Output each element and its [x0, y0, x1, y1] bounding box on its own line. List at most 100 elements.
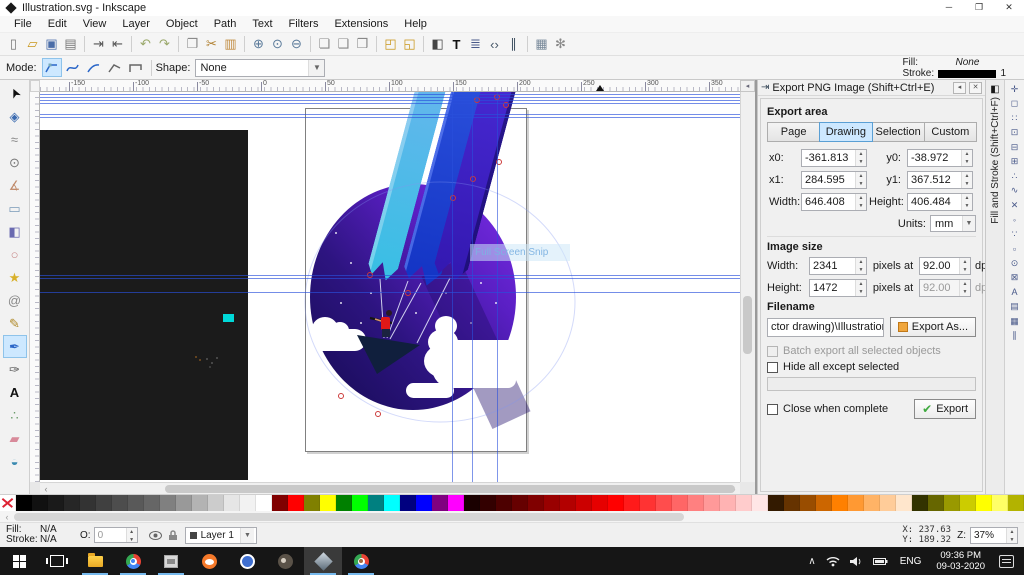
palette-swatch[interactable]	[656, 495, 672, 511]
palette-swatch[interactable]	[192, 495, 208, 511]
guide-line[interactable]	[40, 114, 740, 115]
close-button[interactable]: ✕	[994, 0, 1024, 16]
menu-view[interactable]: View	[75, 16, 115, 32]
menu-path[interactable]: Path	[206, 16, 245, 32]
fill-stroke-status[interactable]: Fill:N/A Stroke:N/A	[6, 525, 70, 545]
palette-swatch[interactable]	[384, 495, 400, 511]
palette-swatch[interactable]	[672, 495, 688, 511]
tool-paint-bucket[interactable]: ◒	[3, 450, 27, 473]
krita-app[interactable]	[228, 547, 266, 575]
vertical-scrollbar-thumb[interactable]	[743, 296, 752, 354]
width-dpi-input[interactable]: 92.00▲▼	[919, 257, 971, 275]
tool-node-editor[interactable]: ◈	[3, 105, 27, 128]
palette-swatch[interactable]	[944, 495, 960, 511]
layer-lock-icon[interactable]	[168, 530, 178, 541]
new-document-icon[interactable]: ▯	[4, 35, 23, 54]
show-hidden-icons-icon[interactable]: ∧	[808, 556, 815, 567]
ruler-vertical[interactable]	[30, 92, 40, 482]
palette-swatch[interactable]	[480, 495, 496, 511]
paste-icon[interactable]: ▥	[221, 35, 240, 54]
palette-swatch[interactable]	[368, 495, 384, 511]
guide-line[interactable]	[40, 117, 740, 118]
task-view-button[interactable]	[38, 547, 76, 575]
palette-swatch[interactable]	[288, 495, 304, 511]
tool-eraser[interactable]: ▰	[3, 427, 27, 450]
snap-line-midpoints-icon[interactable]: ▫	[1007, 242, 1023, 257]
palette-swatch[interactable]	[352, 495, 368, 511]
snap-page-border-icon[interactable]: ▤	[1007, 300, 1023, 315]
open-document-icon[interactable]: ▱	[23, 35, 42, 54]
tool-star[interactable]: ★	[3, 266, 27, 289]
menu-help[interactable]: Help	[396, 16, 435, 32]
filename-input[interactable]: ctor drawing)\Illustration v5.png	[767, 318, 884, 337]
palette-swatch[interactable]	[80, 495, 96, 511]
palette-swatch[interactable]	[576, 495, 592, 511]
ruler-horizontal[interactable]: -150-100-50050100150200250300350	[40, 80, 740, 92]
palette-swatch[interactable]	[976, 495, 992, 511]
palette-swatch[interactable]	[64, 495, 80, 511]
clock[interactable]: 09:36 PM 09-03-2020	[936, 550, 985, 572]
palette-scrollbar-thumb[interactable]	[14, 513, 684, 521]
snap-bbox-edges-icon[interactable]: ∷	[1007, 111, 1023, 126]
hide-all-checkbox[interactable]: Hide all except selected	[767, 361, 976, 373]
undo-icon[interactable]: ↶	[136, 35, 155, 54]
snap-enable-icon[interactable]: ✛	[1007, 82, 1023, 97]
tool-tweak[interactable]: ≈	[3, 128, 27, 151]
snap-grids-icon[interactable]: ▦	[1007, 314, 1023, 329]
export-button[interactable]: ✔ Export	[914, 399, 976, 419]
shape-select[interactable]: None ▼	[195, 59, 325, 77]
guide-line[interactable]	[40, 100, 740, 101]
palette-swatch[interactable]	[1008, 495, 1024, 511]
inkscape-app[interactable]	[304, 547, 342, 575]
snap-bbox-edge-midpoints-icon[interactable]: ⊟	[1007, 140, 1023, 155]
palette-none-swatch[interactable]	[0, 495, 16, 511]
export-area-tab-selection[interactable]: Selection	[872, 122, 925, 142]
copy-icon[interactable]: ❐	[183, 35, 202, 54]
snap-guides-icon[interactable]: ∥	[1007, 329, 1023, 344]
zoom-drawing-icon[interactable]: ⊙	[268, 35, 287, 54]
export-icon[interactable]: ⇤	[108, 35, 127, 54]
palette-swatch[interactable]	[144, 495, 160, 511]
action-center-icon[interactable]	[999, 555, 1014, 568]
tool-calligraphy[interactable]: ✑	[3, 358, 27, 381]
snap-object-midpoints-icon[interactable]: ⊙	[1007, 256, 1023, 271]
palette-swatch[interactable]	[832, 495, 848, 511]
zoom-page-icon[interactable]: ⊖	[287, 35, 306, 54]
palette-swatch[interactable]	[928, 495, 944, 511]
fill-stroke-dialog-icon[interactable]: ◧	[428, 35, 447, 54]
wifi-icon[interactable]	[826, 556, 840, 567]
ungroup-objects-icon[interactable]: ◱	[400, 35, 419, 54]
create-clone-icon[interactable]: ❑	[334, 35, 353, 54]
palette-swatch[interactable]	[336, 495, 352, 511]
xml-editor-icon[interactable]: ‹›	[485, 35, 504, 54]
cut-icon[interactable]: ✂	[202, 35, 221, 54]
dock-close-icon[interactable]: ✕	[969, 82, 982, 94]
zoom-corner-button[interactable]: ◂	[740, 80, 755, 92]
guide-line[interactable]	[40, 278, 740, 279]
snap-bbox-icon[interactable]: ◻	[1007, 97, 1023, 112]
field-input-x1[interactable]: 284.595▲▼	[801, 171, 867, 189]
import-icon[interactable]: ⇥	[89, 35, 108, 54]
chrome-profile-app[interactable]	[342, 547, 380, 575]
photos-app[interactable]	[152, 547, 190, 575]
palette-swatch[interactable]	[768, 495, 784, 511]
zoom-input[interactable]: 37%▲▼	[970, 527, 1018, 544]
snap-nodes-icon[interactable]: ∴	[1007, 169, 1023, 184]
palette-swatch[interactable]	[560, 495, 576, 511]
palette-swatch[interactable]	[624, 495, 640, 511]
tool-pen-bezier[interactable]: ✒	[3, 335, 27, 358]
align-distribute-icon[interactable]: ∥	[504, 35, 523, 54]
snap-rotation-centers-icon[interactable]: ⊠	[1007, 271, 1023, 286]
palette-swatch[interactable]	[32, 495, 48, 511]
blender-app[interactable]	[190, 547, 228, 575]
guide-line[interactable]	[40, 275, 740, 276]
palette-swatch[interactable]	[320, 495, 336, 511]
field-input-width[interactable]: 646.408▲▼	[801, 193, 867, 211]
redo-icon[interactable]: ↷	[155, 35, 174, 54]
maximize-button[interactable]: ❐	[964, 0, 994, 16]
palette-swatch[interactable]	[496, 495, 512, 511]
battery-icon[interactable]	[873, 557, 888, 566]
tool-measure[interactable]: ∡	[3, 174, 27, 197]
menu-layer[interactable]: Layer	[114, 16, 158, 32]
fill-value[interactable]: None	[938, 57, 996, 68]
